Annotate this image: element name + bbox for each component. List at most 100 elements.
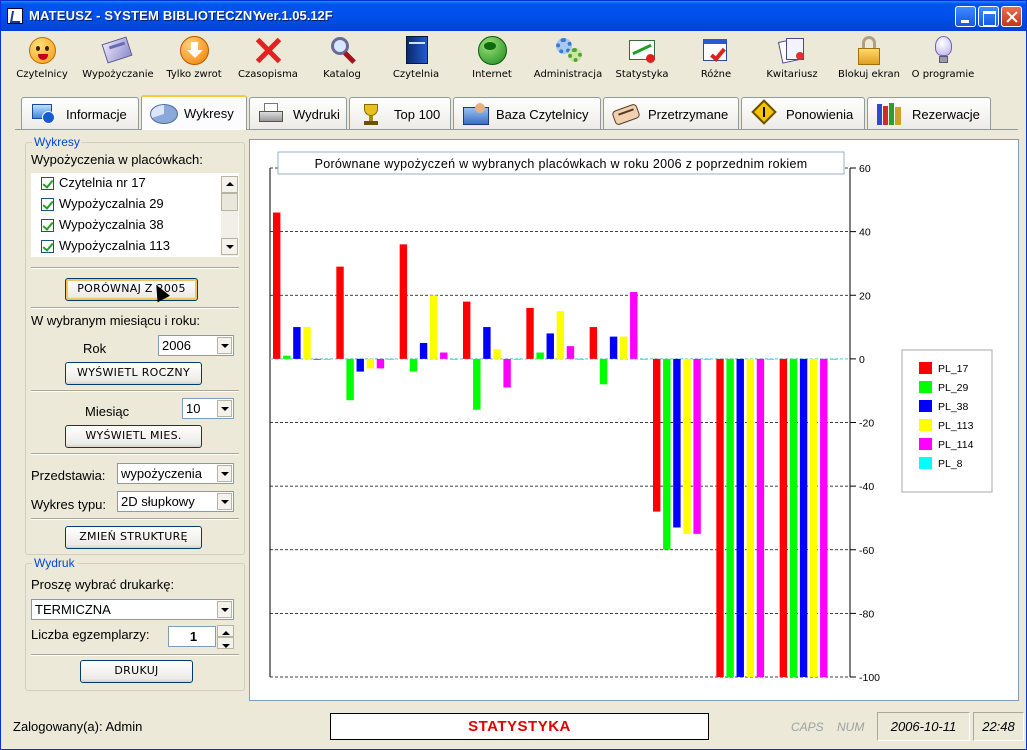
tab-przetrzymane[interactable]: Przetrzymane: [603, 97, 739, 129]
legend-swatch: [919, 381, 932, 393]
copies-field[interactable]: 1: [168, 626, 216, 647]
scroll-down-icon[interactable]: [221, 238, 238, 255]
year-select[interactable]: 2006: [158, 335, 234, 356]
title-bar[interactable]: MATEUSZ - SYSTEM BIBLIOTECZNY ver.1.05.1…: [1, 1, 1026, 31]
bar-pl-17: [716, 358, 724, 677]
bar-pl-29: [536, 352, 544, 359]
module-indicator: STATYSTYKA: [330, 713, 709, 740]
chevron-down-icon[interactable]: [217, 493, 232, 510]
minimize-button[interactable]: [955, 6, 976, 27]
copies-stepper[interactable]: [217, 625, 234, 649]
toolbar-label: Czasopisma: [238, 69, 298, 80]
bar-pl-113: [366, 358, 375, 369]
month-select[interactable]: 10: [182, 398, 234, 419]
window-version: ver.1.05.12F: [259, 8, 333, 23]
chevron-down-icon[interactable]: [217, 465, 232, 482]
tab-wykresy[interactable]: Wykresy: [141, 95, 247, 130]
toolbar-blokuj-ekran-button[interactable]: Blokuj ekran: [831, 33, 907, 85]
branches-scrollbar[interactable]: [221, 176, 238, 256]
tab-informacje[interactable]: Informacje: [21, 97, 139, 129]
branch-checkbox[interactable]: [41, 240, 54, 253]
change-structure-button[interactable]: ZMIEŃ STRUKTURĘ: [65, 526, 202, 549]
y-tick-label: -60: [859, 545, 874, 557]
year-label: Rok: [83, 341, 107, 356]
scroll-thumb[interactable]: [221, 193, 238, 211]
printer-select[interactable]: TERMICZNA: [31, 599, 234, 620]
toolbar-tylko-zwrot-button[interactable]: Tylko zwrot: [159, 33, 229, 85]
print-button[interactable]: DRUKUJ: [80, 660, 193, 683]
represents-select[interactable]: wypożyczenia: [117, 463, 234, 484]
bar-pl-38: [799, 358, 808, 677]
printer-label: Proszę wybrać drukarkę:: [31, 577, 175, 592]
tab-wydruki[interactable]: Wydruki: [249, 97, 347, 129]
show-monthly-button[interactable]: WYŚWIETL MIES.: [65, 425, 202, 448]
bar-pl-114: [376, 358, 385, 369]
toolbar-o-programie-button[interactable]: O programie: [907, 33, 979, 85]
toolbar-label: Kwitariusz: [766, 69, 818, 80]
toolbar-wypozyczanie-button[interactable]: Wypożyczanie: [81, 33, 155, 85]
bar-pl-17: [779, 358, 788, 677]
chart-type-select[interactable]: 2D słupkowy: [117, 491, 234, 512]
chart-type-value: 2D słupkowy: [121, 494, 195, 509]
folder-people-icon: [462, 103, 489, 125]
separator: [31, 518, 239, 520]
branch-checkbox[interactable]: [41, 219, 54, 232]
toolbar-label: O programie: [911, 69, 975, 80]
gears-icon: [552, 34, 584, 66]
warning-sign-icon: [750, 99, 777, 125]
toolbar-label: Różne: [700, 69, 732, 80]
bar-pl-29: [283, 355, 291, 359]
toolbar-administracja-button[interactable]: Administracja: [531, 33, 605, 85]
toolbar-czytelnicy-button[interactable]: Czytelnicy: [7, 33, 77, 85]
close-button[interactable]: [1001, 6, 1022, 27]
trophy-icon: [358, 103, 384, 125]
chevron-down-icon[interactable]: [217, 400, 232, 417]
toolbar-czasopisma-button[interactable]: Czasopisma: [233, 33, 303, 85]
represents-label: Przedstawia:: [31, 468, 106, 483]
legend-swatch: [919, 438, 932, 450]
window-title: MATEUSZ - SYSTEM BIBLIOTECZNY: [29, 8, 262, 23]
tab-rezerwacje[interactable]: Rezerwacje: [867, 97, 991, 129]
toolbar-statystyka-button[interactable]: Statystyka: [607, 33, 677, 85]
tab-baza-czytelnicy[interactable]: Baza Czytelnicy: [453, 97, 601, 129]
maximize-button[interactable]: [978, 6, 999, 27]
chart-title: Porównane wypożyczeń w wybranych placówk…: [315, 157, 808, 171]
toolbar-czytelnia-button[interactable]: Czytelnia: [381, 33, 451, 85]
bar-pl-113: [683, 358, 691, 534]
chevron-down-icon[interactable]: [217, 601, 232, 618]
toolbar-kwitariusz-button[interactable]: Kwitariusz: [755, 33, 829, 85]
bar-pl-17: [273, 212, 281, 359]
show-yearly-button[interactable]: WYŚWIETL ROCZNY: [65, 362, 202, 385]
scroll-up-icon[interactable]: [221, 176, 238, 193]
branches-list[interactable]: Czytelnia nr 17 Wypożyczalnia 29 Wypożyc…: [31, 173, 239, 257]
legend-label: PL_114: [938, 439, 974, 451]
bar-pl-17: [589, 327, 598, 359]
step-down-icon[interactable]: [217, 637, 234, 649]
bar-pl-29: [409, 358, 418, 372]
bar-pl-8: [513, 358, 521, 360]
toolbar-katalog-button[interactable]: Katalog: [307, 33, 377, 85]
branch-checkbox[interactable]: [41, 177, 54, 190]
num-indicator: NUM: [837, 720, 865, 734]
tab-top-100[interactable]: Top 100: [349, 97, 451, 129]
bar-pl-38: [293, 327, 301, 359]
app-icon[interactable]: [7, 8, 23, 24]
toolbar-internet-button[interactable]: Internet: [455, 33, 529, 85]
step-up-icon[interactable]: [217, 625, 234, 637]
chevron-down-icon[interactable]: [217, 337, 232, 354]
bar-pl-29: [663, 358, 671, 550]
bar-pl-113: [303, 327, 311, 359]
represents-value: wypożyczenia: [121, 466, 202, 481]
toolbar-rozne-button[interactable]: Różne: [681, 33, 751, 85]
tab-label: Rezerwacje: [912, 107, 980, 122]
bar-pl-29: [789, 358, 798, 677]
bar-pl-38: [483, 327, 491, 359]
books-shelf-icon: [876, 103, 902, 125]
bar-pl-8: [386, 358, 395, 360]
compare-button[interactable]: PORÓWNAJ Z 2005: [65, 278, 198, 301]
tab-label: Wykresy: [184, 106, 234, 121]
branch-checkbox[interactable]: [41, 198, 54, 211]
tab-ponowienia[interactable]: Ponowienia: [741, 97, 865, 129]
calendar-check-icon: [700, 34, 732, 66]
status-time: 22:48: [973, 712, 1024, 741]
